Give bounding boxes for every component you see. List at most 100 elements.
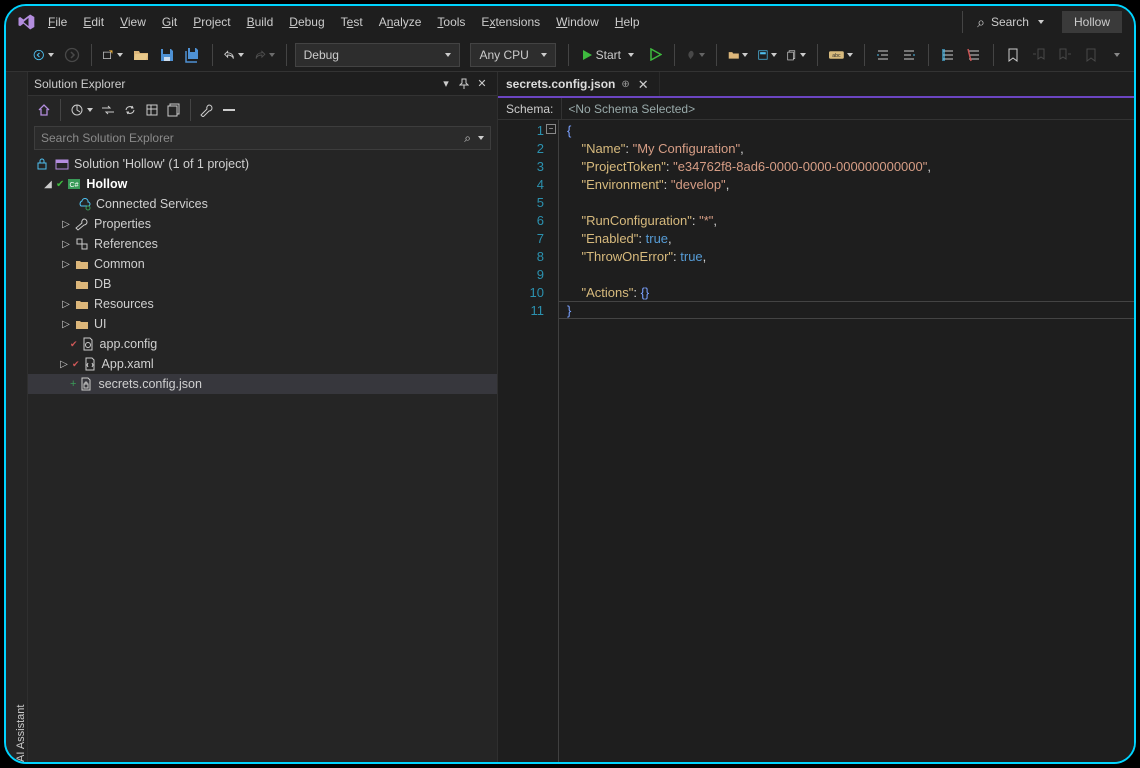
menu-edit[interactable]: Edit [75, 11, 112, 33]
tree-folder-ui[interactable]: ▷ UI [28, 314, 497, 334]
folder-icon [74, 296, 90, 312]
references-icon [74, 236, 90, 252]
comment-button[interactable] [937, 43, 959, 67]
bookmark-prev-button[interactable] [1028, 43, 1050, 67]
menu-tools[interactable]: Tools [429, 11, 473, 33]
explorer-toolbar [28, 96, 497, 124]
sync-button[interactable] [120, 99, 140, 121]
menu-window[interactable]: Window [548, 11, 607, 33]
menu-test[interactable]: Test [333, 11, 371, 33]
editor-area: secrets.config.json ⊕ ✕ Schema: <No Sche… [498, 72, 1134, 762]
expand-icon[interactable]: ▷ [58, 358, 70, 370]
menu-view[interactable]: View [112, 11, 154, 33]
menu-help[interactable]: Help [607, 11, 648, 33]
solution-name-badge[interactable]: Hollow [1062, 11, 1122, 33]
expand-icon[interactable]: ▷ [60, 218, 72, 230]
tree-references[interactable]: ▷ References [28, 234, 497, 254]
bookmark-button[interactable] [1002, 43, 1024, 67]
chevron-down-icon [771, 53, 777, 57]
nav-fwd-button[interactable] [61, 43, 83, 67]
expand-icon[interactable]: ▷ [60, 258, 72, 270]
tree-folder-resources[interactable]: ▷ Resources [28, 294, 497, 314]
schema-combo[interactable]: <No Schema Selected> [561, 98, 1134, 119]
fold-icon[interactable]: − [546, 124, 556, 134]
menu-extensions[interactable]: Extensions [473, 11, 548, 33]
collapse-all-button[interactable] [164, 99, 184, 121]
vs-logo-icon [12, 10, 40, 34]
preview-button[interactable] [219, 99, 239, 121]
tree-file-appxaml[interactable]: ▷ ✔ App.xaml [28, 354, 497, 374]
menu-debug[interactable]: Debug [281, 11, 332, 33]
schema-value: <No Schema Selected> [568, 102, 695, 116]
tree-folder-common[interactable]: ▷ Common [28, 254, 497, 274]
play-outline-icon [649, 48, 662, 61]
hot-reload-button[interactable] [683, 43, 708, 67]
nav-back-button[interactable] [30, 43, 57, 67]
tree-file-appconfig[interactable]: ✔ app.config [28, 334, 497, 354]
config-combo[interactable]: Debug [295, 43, 461, 67]
chevron-down-icon [628, 53, 634, 57]
search-button[interactable]: ⌕ Search [967, 15, 1054, 29]
customize-toolbar-button[interactable] [1106, 43, 1128, 67]
platform-combo[interactable]: Any CPU [470, 43, 555, 67]
start-nodebug-button[interactable] [644, 43, 666, 67]
abc-button[interactable]: abc [826, 43, 856, 67]
save-all-button[interactable] [182, 43, 204, 67]
chevron-down-icon [1114, 53, 1120, 57]
menu-build[interactable]: Build [239, 11, 282, 33]
menu-bar: File Edit View Git Project Build Debug T… [6, 6, 1134, 38]
close-icon[interactable]: ✕ [473, 75, 491, 93]
indent-right-button[interactable] [898, 43, 920, 67]
show-all-button[interactable] [142, 99, 162, 121]
pin-icon[interactable] [455, 75, 473, 93]
explorer-search-input[interactable]: Search Solution Explorer ⌕ [34, 126, 491, 150]
open-folder-button[interactable] [725, 43, 752, 67]
files-button[interactable] [784, 43, 809, 67]
bookmark-clear-button[interactable] [1080, 43, 1102, 67]
tree-connected-services[interactable]: Connected Services [28, 194, 497, 214]
tree-solution-root[interactable]: Solution 'Hollow' (1 of 1 project) [28, 154, 497, 174]
menu-file[interactable]: File [40, 11, 75, 33]
config-file-icon [80, 336, 96, 352]
bookmark-next-button[interactable] [1054, 43, 1076, 67]
redo-button[interactable] [251, 43, 278, 67]
new-project-button[interactable] [99, 43, 126, 67]
app-box-button[interactable] [755, 43, 780, 67]
code-token: {} [641, 285, 650, 300]
code-editor[interactable]: 1 2 3 4 5 6 7 8 9 10 11 − { "Name": "My … [498, 120, 1134, 762]
home-button[interactable] [34, 99, 54, 121]
tree-file-secrets[interactable]: + secrets.config.json [28, 374, 497, 394]
tree-properties[interactable]: ▷ Properties [28, 214, 497, 234]
code-token: "e34762f8-8ad6-0000-0000-000000000000" [673, 159, 927, 174]
editor-tab-secrets[interactable]: secrets.config.json ⊕ ✕ [498, 72, 660, 96]
menu-project[interactable]: Project [185, 11, 238, 33]
uncomment-button[interactable] [963, 43, 985, 67]
properties-button[interactable] [197, 99, 217, 121]
code-body[interactable]: { "Name": "My Configuration", "ProjectTo… [558, 120, 1134, 762]
tree-project[interactable]: ◢ ✔ C# Hollow [28, 174, 497, 194]
expand-icon[interactable]: ▷ [60, 238, 72, 250]
start-debug-button[interactable]: Start [577, 43, 640, 67]
switch-views-button[interactable] [67, 99, 96, 121]
panel-menu-button[interactable]: ▾ [437, 75, 455, 93]
indent-left-button[interactable] [872, 43, 894, 67]
save-button[interactable] [156, 43, 178, 67]
tree-folder-db[interactable]: ▷ DB [28, 274, 497, 294]
expand-icon[interactable]: ◢ [42, 178, 54, 190]
explorer-search-placeholder: Search Solution Explorer [41, 131, 464, 145]
code-token: "*" [699, 213, 713, 228]
open-button[interactable] [130, 43, 152, 67]
pending-changes-button[interactable] [98, 99, 118, 121]
expand-icon[interactable]: ▷ [60, 298, 72, 310]
line-number: 6 [500, 212, 544, 230]
search-label: Search [991, 15, 1029, 29]
line-number: 4 [500, 176, 544, 194]
rail-ai-assistant[interactable]: AI Assistant [15, 80, 27, 762]
undo-button[interactable] [221, 43, 248, 67]
menu-analyze[interactable]: Analyze [371, 11, 430, 33]
menu-git[interactable]: Git [154, 11, 185, 33]
close-icon[interactable]: ✕ [636, 78, 651, 91]
line-number: 1 [500, 122, 544, 140]
pin-icon[interactable]: ⊕ [621, 79, 629, 90]
expand-icon[interactable]: ▷ [60, 318, 72, 330]
